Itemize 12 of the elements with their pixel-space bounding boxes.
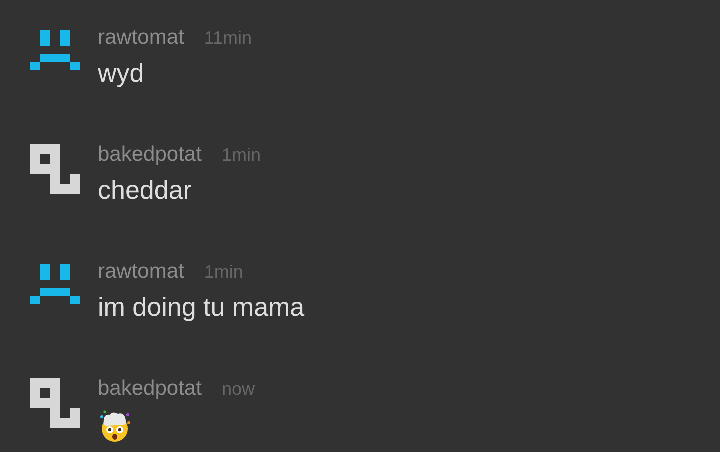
pixel-glyph-avatar [30, 378, 80, 428]
username: bakedpotat [98, 143, 202, 167]
message-text: wyd [98, 58, 146, 89]
pixel-glyph-avatar [30, 144, 80, 194]
username: bakedpotat [98, 377, 202, 401]
username: rawtomat [98, 260, 184, 284]
message-text: cheddar [98, 175, 193, 206]
pixel-face-avatar [30, 30, 80, 70]
pixel-face-avatar [30, 264, 80, 304]
username: rawtomat [98, 26, 184, 50]
exploding-head-emoji-icon [98, 409, 132, 443]
message-text: im doing tu mama [98, 292, 305, 323]
